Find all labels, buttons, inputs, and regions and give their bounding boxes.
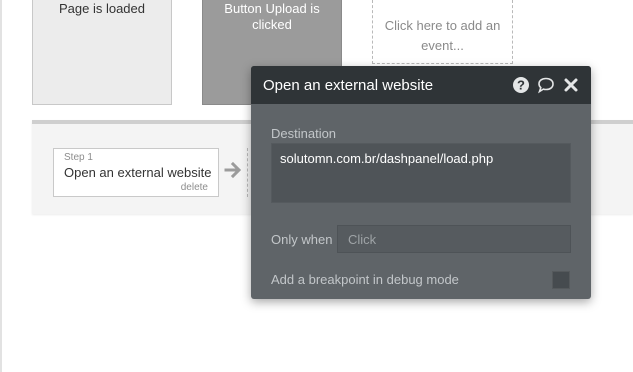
- only-when-input[interactable]: Click: [337, 225, 571, 253]
- event-label: Page is loaded: [58, 1, 145, 16]
- add-event-line2: event...: [421, 38, 464, 53]
- add-event-line1: Click here to add an: [384, 18, 501, 33]
- delete-step-link[interactable]: delete: [181, 182, 208, 193]
- comment-icon[interactable]: [536, 75, 556, 95]
- step-title: Open an external website: [64, 165, 212, 180]
- canvas-left-edge: [0, 0, 2, 372]
- only-when-label: Only when: [271, 232, 333, 247]
- property-editor-popup: Open an external website ? Destination s…: [251, 66, 591, 299]
- event-card-page-loaded[interactable]: Page is loaded: [32, 0, 172, 105]
- breakpoint-label: Add a breakpoint in debug mode: [271, 272, 459, 287]
- arrow-right-icon: [224, 161, 242, 179]
- event-label-line1: Button Upload is: [224, 1, 320, 16]
- step-number: Step 1: [64, 152, 93, 163]
- popup-header: Open an external website ?: [251, 66, 591, 104]
- close-icon[interactable]: [561, 75, 581, 95]
- svg-text:?: ?: [517, 78, 525, 93]
- popup-title: Open an external website: [263, 76, 434, 94]
- step-card[interactable]: Step 1 Open an external website delete: [53, 148, 219, 197]
- event-label-line2: clicked: [252, 17, 292, 32]
- help-icon[interactable]: ?: [511, 75, 531, 95]
- destination-input[interactable]: solutomn.com.br/dashpanel/load.php: [271, 143, 571, 203]
- destination-label: Destination: [271, 126, 337, 141]
- add-event-placeholder[interactable]: Click here to add an event...: [372, 0, 513, 64]
- breakpoint-checkbox[interactable]: [552, 271, 570, 289]
